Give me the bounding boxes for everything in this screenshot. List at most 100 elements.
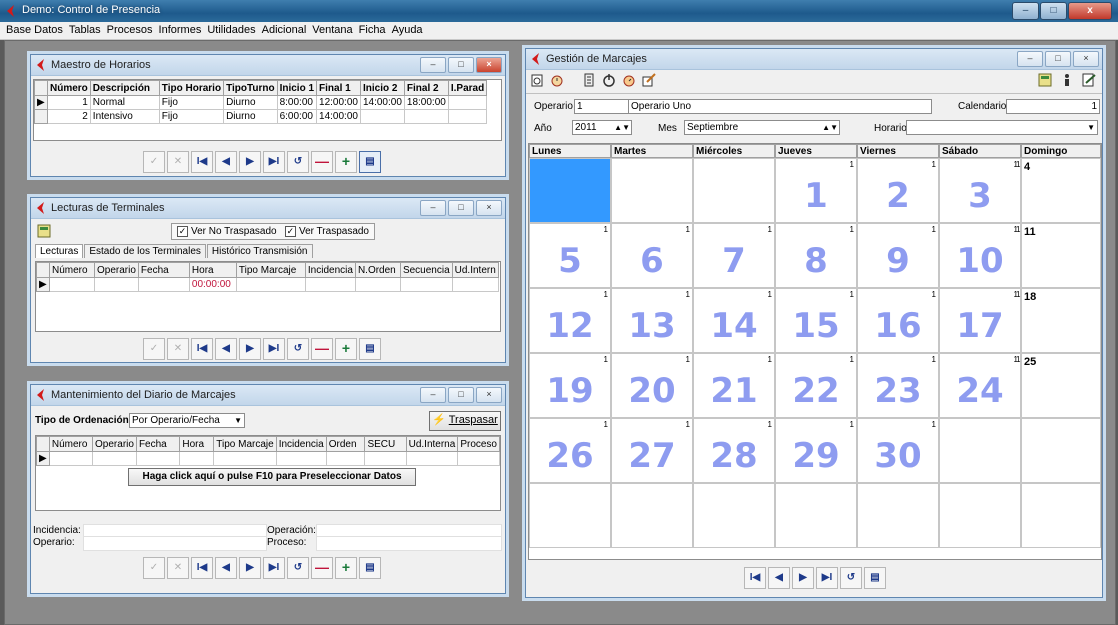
col-n-orden[interactable]: N.Orden xyxy=(354,262,401,278)
calendar-day-cell[interactable]: 1 11 xyxy=(1016,223,1101,288)
calendar-day-cell[interactable]: 11 xyxy=(775,158,857,223)
cancel-button[interactable]: ✕ xyxy=(167,557,189,579)
horario-select[interactable]: ▼ xyxy=(906,120,1098,135)
calculator-icon[interactable] xyxy=(1038,73,1052,87)
calendar-day-cell[interactable]: 1 17 xyxy=(939,288,1021,353)
restore-button[interactable]: □ xyxy=(448,387,474,403)
calendar-day-cell[interactable]: 1 29 xyxy=(775,418,857,483)
col-numero[interactable]: Número xyxy=(47,80,91,96)
col-final2[interactable]: Final 2 xyxy=(403,80,449,96)
calendar-day-cell[interactable] xyxy=(611,158,693,223)
prev-record-button[interactable]: ◀ xyxy=(768,567,790,589)
calendar-clock-icon[interactable] xyxy=(530,73,544,87)
ordenacion-select[interactable]: Por Operario/Fecha ▼ xyxy=(129,413,245,428)
col-numero[interactable]: Número xyxy=(48,436,94,452)
calendar-day-cell[interactable] xyxy=(611,483,693,548)
calendar-day-cell[interactable]: 1 12 xyxy=(529,288,611,353)
calendar-day-cell[interactable]: 1 20 xyxy=(611,353,693,418)
calendario-input[interactable]: 1 xyxy=(1006,99,1100,114)
prev-record-button[interactable]: ◀ xyxy=(215,151,237,173)
refresh-button[interactable]: ↺ xyxy=(287,151,309,173)
edit-document-icon[interactable] xyxy=(1082,73,1096,87)
calendar-day-cell[interactable]: 1 15 xyxy=(775,288,857,353)
table-row[interactable]: ▶ 1 Normal Fijo Diurno 8:00:00 12:00:00 … xyxy=(34,95,488,110)
calendar-day-cell[interactable] xyxy=(529,158,611,223)
table-row[interactable]: 2 Intensivo Fijo Diurno 6:00:00 14:00:00 xyxy=(34,109,488,124)
minimize-button[interactable]: – xyxy=(420,200,446,216)
col-final1[interactable]: Final 1 xyxy=(316,80,361,96)
last-record-button[interactable]: ▶I xyxy=(263,557,285,579)
table-row[interactable]: ▶ xyxy=(36,451,500,466)
col-hora[interactable]: Hora xyxy=(188,262,237,278)
close-button[interactable]: × xyxy=(476,387,502,403)
col-incidencia[interactable]: Incidencia xyxy=(275,436,327,452)
calendar-day-cell[interactable]: 1 23 xyxy=(857,353,939,418)
ver-traspasado-checkbox[interactable]: ✓ Ver Traspasado xyxy=(284,226,369,237)
person-icon[interactable] xyxy=(1060,73,1074,87)
last-record-button[interactable]: ▶I xyxy=(263,151,285,173)
confirm-button[interactable]: ✓ xyxy=(143,338,165,360)
horarios-grid[interactable]: Número Descripción Tipo Horario TipoTurn… xyxy=(33,79,502,141)
minimize-button[interactable]: – xyxy=(420,387,446,403)
restore-button[interactable]: □ xyxy=(1045,51,1071,67)
calendar-day-cell[interactable] xyxy=(857,483,939,548)
detail-button[interactable]: ▤ xyxy=(864,567,886,589)
lecturas-grid[interactable]: Número Operario Fecha Hora Tipo Marcaje … xyxy=(35,261,501,332)
close-window-button[interactable]: x xyxy=(1068,2,1112,20)
next-record-button[interactable]: ▶ xyxy=(239,557,261,579)
ano-spinner[interactable]: 2011 ▲▼ xyxy=(572,120,632,135)
col-ud-interna[interactable]: Ud.Interna xyxy=(405,436,459,452)
preselect-button[interactable]: Haga click aquí o pulse F10 para Presele… xyxy=(128,468,416,486)
menu-tablas[interactable]: Tablas xyxy=(69,22,101,38)
col-incidencia[interactable]: Incidencia xyxy=(304,262,356,278)
calendar-day-cell[interactable]: 13 xyxy=(939,158,1021,223)
calendar-day-cell[interactable] xyxy=(775,483,857,548)
calendar-day-cell[interactable]: 1 16 xyxy=(857,288,939,353)
detail-button[interactable]: ▤ xyxy=(359,557,381,579)
prev-record-button[interactable]: ◀ xyxy=(215,338,237,360)
menu-ficha[interactable]: Ficha xyxy=(359,22,386,38)
col-tipo-marcaje[interactable]: Tipo Marcaje xyxy=(235,262,306,278)
alarm-clock-icon[interactable] xyxy=(622,73,636,87)
col-secu[interactable]: SECU xyxy=(364,436,407,452)
col-descripcion[interactable]: Descripción xyxy=(89,80,160,96)
last-record-button[interactable]: ▶I xyxy=(263,338,285,360)
power-icon[interactable] xyxy=(602,73,616,87)
calendar-day-cell[interactable]: 1 10 xyxy=(939,223,1021,288)
delete-record-button[interactable]: — xyxy=(311,338,333,360)
minimize-window-button[interactable]: – xyxy=(1012,2,1039,20)
diario-grid[interactable]: Número Operario Fecha Hora Tipo Marcaje … xyxy=(35,435,501,511)
list-icon[interactable] xyxy=(582,73,596,87)
calendar-day-cell[interactable]: 17 xyxy=(693,223,775,288)
col-fecha[interactable]: Fecha xyxy=(137,262,190,278)
edit-icon[interactable] xyxy=(642,73,656,87)
mes-spinner[interactable]: Septiembre ▲▼ xyxy=(684,120,840,135)
menu-utilidades[interactable]: Utilidades xyxy=(207,22,255,38)
refresh-button[interactable]: ↺ xyxy=(287,338,309,360)
calendar-day-cell[interactable]: 12 xyxy=(857,158,939,223)
calendar-day-cell[interactable]: 1 26 xyxy=(529,418,611,483)
detail-button[interactable]: ▤ xyxy=(359,151,381,173)
refresh-button[interactable]: ↺ xyxy=(287,557,309,579)
ver-no-traspasado-checkbox[interactable]: ✓ Ver No Traspasado xyxy=(177,226,277,237)
alarm-icon[interactable] xyxy=(550,73,564,87)
close-button[interactable]: × xyxy=(476,57,502,73)
minimize-button[interactable]: – xyxy=(420,57,446,73)
delete-record-button[interactable]: — xyxy=(311,557,333,579)
calendar-day-cell[interactable]: 19 xyxy=(857,223,939,288)
col-operario[interactable]: Operario xyxy=(94,262,139,278)
detail-button[interactable]: ▤ xyxy=(359,338,381,360)
calendar-day-cell[interactable]: 1 28 xyxy=(693,418,775,483)
col-iparad[interactable]: I.Parad xyxy=(447,80,488,96)
col-inicio2[interactable]: Inicio 2 xyxy=(359,80,405,96)
calendar-day-cell[interactable] xyxy=(939,483,1021,548)
col-proceso[interactable]: Proceso xyxy=(457,436,500,452)
menu-adicional[interactable]: Adicional xyxy=(262,22,307,38)
calendar-day-cell[interactable] xyxy=(939,418,1021,483)
add-record-button[interactable]: + xyxy=(335,338,357,360)
calendar-day-cell[interactable]: 1 22 xyxy=(775,353,857,418)
calendar-day-cell[interactable]: 1 19 xyxy=(529,353,611,418)
col-tipo-marcaje[interactable]: Tipo Marcaje xyxy=(213,436,277,452)
cancel-button[interactable]: ✕ xyxy=(167,151,189,173)
prev-record-button[interactable]: ◀ xyxy=(215,557,237,579)
